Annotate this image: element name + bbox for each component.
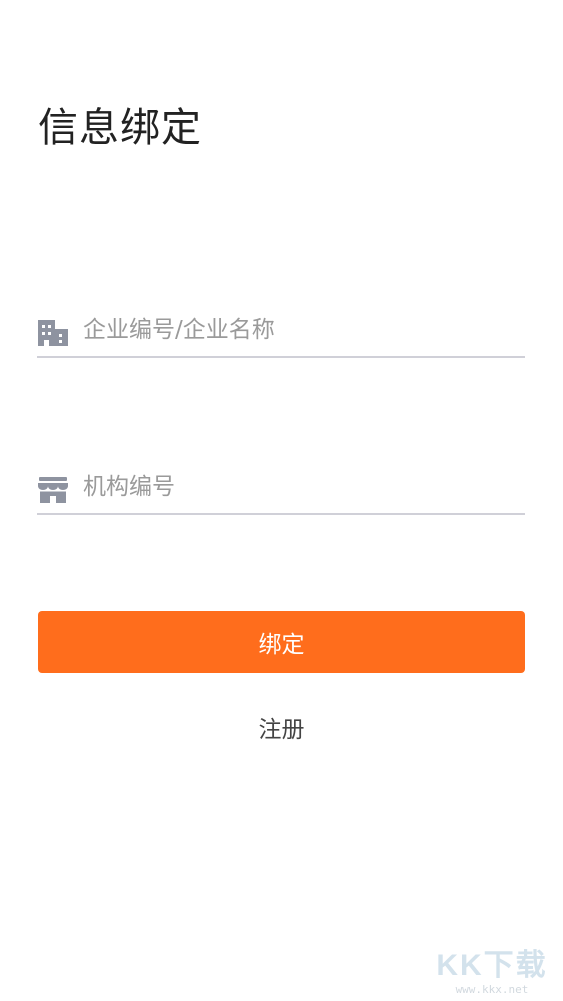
watermark-url: www.kkx.net (455, 983, 529, 996)
org-input[interactable] (83, 465, 513, 509)
watermark: KK下载 www.kkx.net (427, 949, 557, 997)
watermark-brand: KK下载 (436, 949, 548, 982)
bind-button[interactable]: 绑定 (38, 611, 525, 673)
building-icon (37, 316, 69, 348)
register-link[interactable]: 注册 (0, 713, 563, 747)
store-icon (37, 473, 69, 505)
company-field[interactable] (37, 308, 525, 358)
org-field[interactable] (37, 465, 525, 515)
company-input[interactable] (83, 308, 513, 352)
page-title: 信息绑定 (38, 105, 202, 151)
